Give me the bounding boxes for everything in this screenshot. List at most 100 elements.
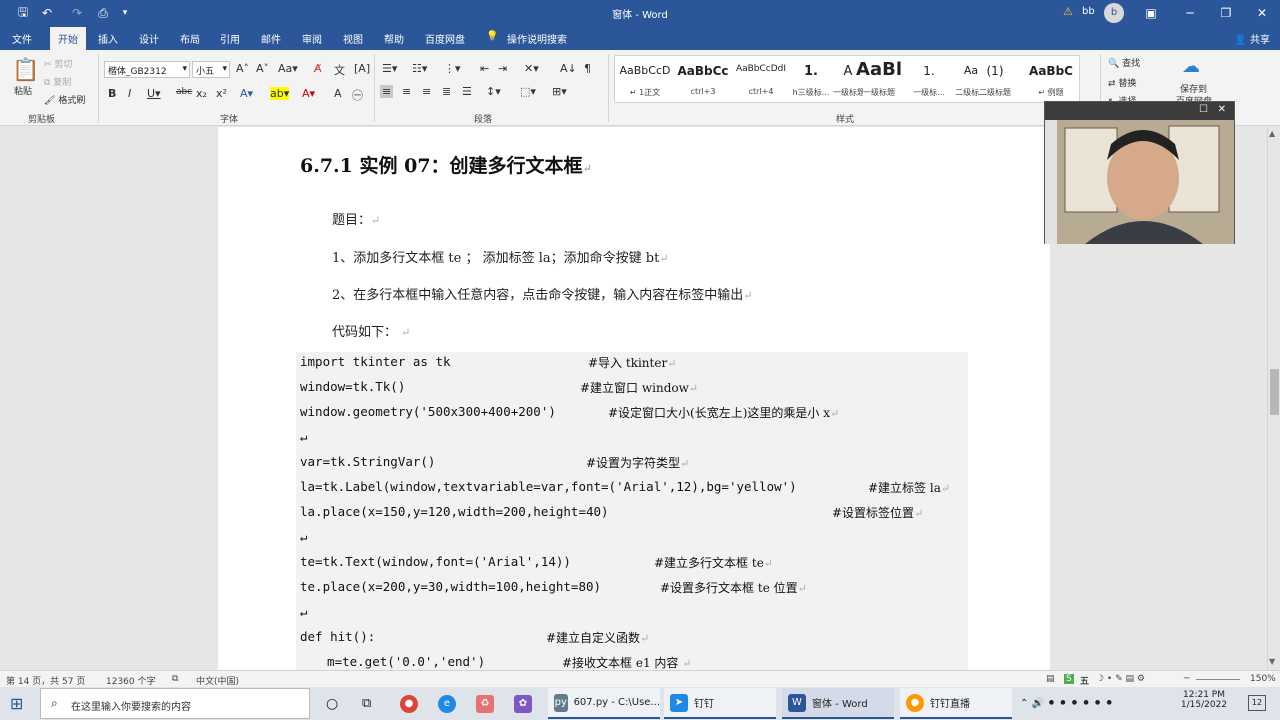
character-shading-icon[interactable]: A — [334, 87, 342, 100]
font-size-select[interactable]: 小五 ▾ — [192, 61, 230, 78]
scroll-thumb[interactable] — [1270, 369, 1279, 415]
zoom-slider[interactable] — [1196, 679, 1240, 680]
clear-formatting-icon[interactable]: A̸ — [314, 62, 322, 75]
taskbar-app-word[interactable]: W 窗体 - Word — [782, 688, 894, 719]
style-item[interactable]: AaBl 一级标题 — [851, 56, 907, 102]
style-item[interactable]: AaBbCcD ↵ 1正文 — [617, 56, 673, 102]
subscript-icon[interactable]: x₂ — [196, 87, 207, 100]
baidu-cloud-icon[interactable]: ☁ — [1182, 56, 1200, 77]
format-painter-button[interactable]: 🖌 格式刷 — [44, 93, 85, 106]
tab-mailings[interactable]: 邮件 — [261, 31, 281, 46]
minimize-button[interactable]: ─ — [1172, 0, 1208, 26]
lightbulb-icon[interactable]: 💡 — [486, 31, 498, 42]
sort-icon[interactable]: A↓ — [560, 62, 577, 75]
scroll-up-icon[interactable]: ▲ — [1269, 129, 1275, 138]
paste-button[interactable]: 粘贴 — [14, 84, 32, 97]
notification-center[interactable]: 12 — [1248, 695, 1266, 711]
bullets-icon[interactable]: ☰▾ — [382, 62, 397, 75]
enclose-characters-icon[interactable]: ㊀ — [352, 87, 363, 103]
line-spacing-icon[interactable]: ↕▾ — [486, 85, 501, 98]
tab-design[interactable]: 设计 — [139, 31, 159, 46]
page-count[interactable]: 第 14 页，共 57 页 — [6, 674, 85, 687]
show-marks-icon[interactable]: ¶ — [584, 62, 591, 75]
highlight-icon[interactable]: ab▾ — [270, 87, 290, 100]
style-item[interactable]: 1. 一级标... — [909, 56, 949, 102]
proofing-icon[interactable]: ⧉ — [172, 674, 178, 684]
style-item[interactable]: AaBbCcDdI ctrl+4 — [733, 56, 789, 102]
style-item[interactable]: AaBbC ↵ 例题 — [1023, 56, 1079, 102]
justify-icon[interactable]: ≣ — [442, 85, 451, 98]
bold-icon[interactable]: B — [108, 87, 116, 100]
taskbar-app-dingtalk-live[interactable]: ● 钉钉直播 — [900, 688, 1012, 719]
zoom-level[interactable]: 150% — [1250, 674, 1276, 684]
vertical-scrollbar[interactable]: ▲ ▼ — [1267, 127, 1280, 670]
tab-view[interactable]: 视图 — [343, 31, 363, 46]
shrink-font-icon[interactable]: A˅ — [256, 62, 269, 75]
tab-home[interactable]: 开始 — [50, 27, 86, 50]
zoom-out-icon[interactable]: ─ — [1184, 674, 1189, 684]
ribbon-display-options-icon[interactable]: ▣ — [1133, 0, 1169, 26]
align-left-icon[interactable]: ≡ — [380, 85, 394, 98]
tab-insert[interactable]: 插入 — [98, 31, 118, 46]
close-icon[interactable]: ✕ — [1218, 104, 1226, 115]
app-icon[interactable]: ♻ — [476, 688, 500, 719]
character-border-icon[interactable]: [A] — [354, 62, 370, 75]
close-button[interactable]: ✕ — [1244, 0, 1280, 26]
text-effects-icon[interactable]: A▾ — [240, 87, 253, 100]
webcam-titlebar[interactable]: ☐ ✕ — [1045, 102, 1234, 120]
font-color-icon[interactable]: A▾ — [302, 87, 315, 100]
phonetic-guide-icon[interactable]: 文 — [334, 62, 345, 78]
tab-baidu[interactable]: 百度网盘 — [425, 31, 465, 46]
tab-help[interactable]: 帮助 — [384, 31, 404, 46]
increase-indent-icon[interactable]: ⇥ — [498, 62, 507, 75]
print-preview-icon[interactable]: ⎙ — [94, 4, 112, 22]
app-icon[interactable]: ✿ — [514, 688, 538, 719]
style-item[interactable]: AaBbCc ctrl+3 — [675, 56, 731, 102]
tab-file[interactable]: 文件 — [12, 31, 32, 46]
taskbar-app-dingtalk[interactable]: ➤ 钉钉 — [664, 688, 776, 719]
tab-references[interactable]: 引用 — [220, 31, 240, 46]
multilevel-list-icon[interactable]: ⋮▾ — [444, 62, 461, 75]
numbering-icon[interactable]: ☷▾ — [412, 62, 427, 75]
ime-mode[interactable]: 五 — [1080, 674, 1089, 687]
tab-review[interactable]: 审阅 — [302, 31, 322, 46]
user-name[interactable]: bb — [1082, 6, 1095, 17]
customize-qat-icon[interactable]: ▾ — [116, 4, 134, 22]
maximize-button[interactable]: ❐ — [1208, 0, 1244, 26]
tab-layout[interactable]: 布局 — [180, 31, 200, 46]
redo-icon[interactable]: ↷ — [68, 4, 86, 22]
paste-icon[interactable]: 📋 — [12, 58, 39, 83]
edge-icon[interactable]: e — [438, 688, 462, 719]
undo-icon[interactable]: ↶ — [38, 4, 56, 22]
word-count[interactable]: 12360 个字 — [106, 674, 156, 687]
ime-tools-icon[interactable]: ☽ • ✎ ▤ ⚙ — [1096, 674, 1145, 684]
webcam-overlay[interactable]: ☐ ✕ — [1044, 101, 1235, 244]
style-item[interactable]: 1. h三级标... — [791, 56, 831, 102]
italic-icon[interactable]: I — [128, 87, 131, 100]
avatar[interactable]: b — [1104, 3, 1124, 23]
task-view-icon[interactable]: ⧉ — [362, 688, 371, 719]
taskbar-search[interactable]: ⌕ 在这里输入你要搜索的内容 — [40, 688, 310, 719]
tell-me-search[interactable]: 操作说明搜索 — [507, 31, 567, 46]
replace-button[interactable]: ⇄ 替换 — [1108, 76, 1136, 89]
tray-icons[interactable]: ⌃ 🔊 ⚫ ⚫ ⚫ ⚫ ⚫ ⚫ — [1020, 688, 1113, 719]
underline-icon[interactable]: U▾ — [147, 87, 161, 100]
scroll-down-icon[interactable]: ▼ — [1269, 657, 1275, 666]
ime-icon[interactable]: S — [1064, 674, 1074, 684]
distribute-icon[interactable]: ☰ — [462, 85, 472, 98]
cut-button[interactable]: ✂ 剪切 — [44, 57, 72, 70]
font-name-select[interactable]: 楷体_GB2312 ▾ — [104, 61, 190, 78]
borders-icon[interactable]: ⊞▾ — [552, 85, 567, 98]
taskbar-app-python[interactable]: py 607.py - C:\Use... — [548, 688, 660, 719]
language[interactable]: 中文(中国) — [196, 674, 239, 687]
chrome-icon[interactable]: ● — [400, 688, 424, 719]
warning-icon[interactable]: ⚠ — [1063, 5, 1073, 18]
save-icon[interactable]: 🖫 — [14, 4, 32, 22]
change-case-icon[interactable]: Aa▾ — [278, 62, 298, 75]
maximize-icon[interactable]: ☐ — [1199, 104, 1208, 115]
align-right-icon[interactable]: ≡ — [422, 85, 431, 98]
align-center-icon[interactable]: ≡ — [402, 85, 411, 98]
decrease-indent-icon[interactable]: ⇤ — [480, 62, 489, 75]
find-button[interactable]: 🔍 查找 — [1108, 56, 1140, 69]
read-mode-icon[interactable]: ▤ — [1046, 674, 1055, 684]
